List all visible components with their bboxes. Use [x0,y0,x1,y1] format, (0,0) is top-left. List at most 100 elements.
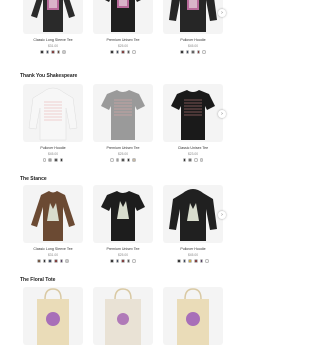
hoodie-icon [169,189,217,241]
color-swatch[interactable] [199,158,204,162]
product-name[interactable]: Premium Unisex Tee [93,247,153,251]
long-sleeve-tee-icon [31,0,75,32]
color-swatch[interactable] [115,50,120,54]
product-image[interactable] [23,287,83,345]
product-price: $23.00 [187,152,199,156]
product-name[interactable]: Classic Unisex Tee [163,146,223,150]
product-image[interactable] [93,185,153,243]
color-swatch[interactable] [205,259,209,263]
color-swatch[interactable] [194,259,198,263]
product-card-tote[interactable] [23,287,83,345]
product-name[interactable]: Classic Long Sleeve Tee [23,38,83,42]
chevron-right-icon[interactable]: › [218,9,226,17]
color-swatch[interactable] [110,259,114,263]
color-swatch[interactable] [182,259,187,263]
product-card-tote[interactable] [93,287,153,345]
color-swatch[interactable] [121,50,125,54]
color-swatch[interactable] [202,50,206,54]
color-swatches [163,50,223,54]
tote-bag-icon [105,288,141,345]
product-card-premium-tee[interactable]: Premium Unisex Tee $25.00 [93,84,153,162]
product-image[interactable] [93,287,153,345]
color-swatch[interactable] [42,259,47,263]
color-swatch[interactable] [121,158,125,162]
color-swatch[interactable] [196,50,201,54]
color-swatch[interactable] [59,158,64,162]
color-swatch[interactable] [56,50,61,54]
tote-bag-icon [177,288,209,345]
product-card-hoodie[interactable]: Pullover Hoodie $45.00 [163,185,223,263]
color-swatch[interactable] [121,259,125,263]
color-swatch[interactable] [115,259,120,263]
product-name[interactable]: Premium Unisex Tee [93,38,153,42]
color-swatch[interactable] [126,50,131,54]
color-swatch[interactable] [110,158,114,162]
product-image[interactable] [93,84,153,142]
chevron-right-icon[interactable]: › [218,211,226,219]
product-image[interactable] [23,84,83,142]
color-swatch[interactable] [37,259,41,263]
product-card-long-sleeve[interactable]: Classic Long Sleeve Tee $31.00 [23,185,83,263]
color-swatch[interactable] [48,259,52,263]
color-swatch[interactable] [185,50,190,54]
color-swatch[interactable] [40,50,44,54]
product-price: $25.00 [117,253,129,257]
color-swatch[interactable] [115,158,120,162]
color-swatch[interactable] [188,259,192,263]
color-swatch[interactable] [132,50,136,54]
color-swatch[interactable] [182,158,187,162]
color-swatch[interactable] [59,259,64,263]
section-title: The Stance [20,176,47,182]
color-swatch[interactable] [48,158,52,162]
color-swatch[interactable] [177,259,181,263]
product-image[interactable] [163,287,223,345]
color-swatches [163,158,223,162]
product-image[interactable] [23,0,83,34]
product-card-long-sleeve[interactable]: Classic Long Sleeve Tee $31.00 [23,0,83,54]
color-swatch[interactable] [126,158,131,162]
color-swatches [93,259,153,263]
color-swatch[interactable] [42,158,47,162]
product-name[interactable]: Premium Unisex Tee [93,146,153,150]
product-card-tote[interactable] [163,287,223,345]
color-swatch[interactable] [132,158,136,162]
color-swatch[interactable] [65,259,69,263]
hoodie-icon [28,87,78,141]
tote-bag-icon [37,288,69,345]
color-swatch[interactable] [194,158,198,162]
color-swatch[interactable] [110,50,114,54]
color-swatch[interactable] [180,50,184,54]
product-image[interactable] [23,185,83,243]
product-image[interactable] [163,185,223,243]
product-name[interactable]: Pullover Hoodie [23,146,83,150]
product-image[interactable] [93,0,153,34]
color-swatches [23,50,83,54]
color-swatch[interactable] [191,50,195,54]
color-swatch[interactable] [45,50,50,54]
color-swatch[interactable] [188,158,192,162]
color-swatch[interactable] [132,259,136,263]
color-swatch[interactable] [54,259,58,263]
color-swatch[interactable] [62,50,66,54]
section-title: The Floral Tote [20,277,56,283]
tee-icon [105,0,141,32]
product-image[interactable] [163,84,223,142]
chevron-right-icon[interactable]: › [218,110,226,118]
product-card-hoodie[interactable]: Pullover Hoodie $45.00 [163,0,223,54]
color-swatch[interactable] [54,158,58,162]
product-card-classic-tee[interactable]: Classic Unisex Tee $23.00 [163,84,223,162]
product-name[interactable]: Pullover Hoodie [163,247,223,251]
hoodie-icon [169,0,217,32]
color-swatch[interactable] [199,259,204,263]
product-name[interactable]: Pullover Hoodie [163,38,223,42]
color-swatch[interactable] [126,259,131,263]
product-card-hoodie[interactable]: Pullover Hoodie $45.00 [23,84,83,162]
color-swatch[interactable] [51,50,55,54]
color-swatches [23,259,83,263]
product-price: $45.00 [187,44,199,48]
product-card-premium-tee[interactable]: Premium Unisex Tee $25.00 [93,0,153,54]
product-card-premium-tee[interactable]: Premium Unisex Tee $25.00 [93,185,153,263]
section-title: Thank You Shakespeare [20,73,78,79]
product-name[interactable]: Classic Long Sleeve Tee [23,247,83,251]
product-image[interactable] [163,0,223,34]
